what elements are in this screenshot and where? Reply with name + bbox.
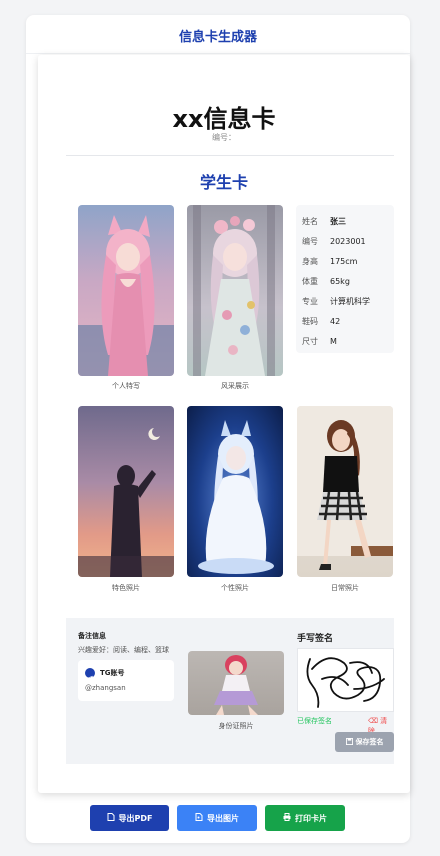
info-label: 身高	[302, 256, 318, 266]
signature-saved-status: 已保存签名	[297, 717, 332, 725]
info-label: 姓名	[302, 216, 318, 226]
notes-hobbies: 兴趣爱好：阅读、编程、篮球	[78, 646, 169, 654]
info-value: 2023001	[330, 236, 366, 246]
info-row-shoe-size: 鞋码 42	[302, 311, 388, 331]
info-label: 鞋码	[302, 316, 318, 326]
info-value: 65kg	[330, 276, 350, 286]
style-photo[interactable]	[187, 205, 283, 376]
info-label: 编号	[302, 236, 318, 246]
signature-pad[interactable]	[297, 648, 394, 712]
style-photo-caption: 风采展示	[221, 382, 249, 390]
info-value: 计算机科学	[330, 296, 370, 306]
character-photo[interactable]	[187, 406, 283, 577]
info-row-major: 专业 计算机科学	[302, 291, 388, 311]
signature-title: 手写签名	[297, 634, 334, 644]
info-value: 175cm	[330, 256, 358, 266]
print-card-label: 打印卡片	[295, 813, 327, 823]
personal-photo[interactable]	[78, 205, 174, 376]
info-value: M	[330, 336, 337, 346]
card-title: xx信息卡	[172, 105, 276, 133]
telegram-icon	[85, 668, 95, 681]
pdf-file-icon	[107, 813, 115, 823]
export-pdf-button[interactable]: 导出PDF	[90, 805, 169, 831]
card-divider	[66, 155, 394, 156]
info-label: 专业	[302, 296, 318, 306]
info-value: 张三	[330, 216, 346, 226]
student-info-panel: 姓名 张三 编号 2023001 身高 175cm 体重 65kg 专业 计算机…	[296, 205, 394, 353]
daily-photo-caption: 日常照片	[331, 584, 359, 592]
save-signature-label: 保存签名	[355, 738, 384, 746]
bottom-section: 备注信息 兴趣爱好：阅读、编程、篮球 TG账号 @zhangsan 身份证照片 …	[66, 618, 394, 764]
info-row-name: 姓名 张三	[302, 211, 388, 231]
info-row-weight: 体重 65kg	[302, 271, 388, 291]
export-image-label: 导出图片	[207, 813, 239, 823]
daily-photo[interactable]	[297, 406, 393, 577]
info-label: 尺寸	[302, 336, 318, 346]
info-row-id: 编号 2023001	[302, 231, 388, 251]
info-card: xx信息卡 编号： 学生卡 个人特写 风采展示 姓名 张三 编号 2023001…	[38, 55, 410, 793]
info-value: 42	[330, 316, 341, 326]
featured-photo-caption: 特色照片	[112, 584, 140, 592]
export-image-button[interactable]: 导出图片	[177, 805, 257, 831]
printer-icon	[283, 813, 291, 823]
featured-photo[interactable]	[78, 406, 174, 577]
print-card-button[interactable]: 打印卡片	[265, 805, 345, 831]
image-file-icon	[195, 813, 203, 823]
id-photo[interactable]	[188, 651, 284, 715]
eraser-icon: ⌫	[368, 717, 378, 725]
info-row-size: 尺寸 M	[302, 331, 388, 351]
app-title: 信息卡生成器	[178, 30, 257, 45]
export-pdf-label: 导出PDF	[118, 813, 153, 823]
save-signature-button[interactable]: 保存签名	[335, 732, 394, 752]
card-number-label: 编号：	[212, 133, 236, 142]
tg-handle: @zhangsan	[85, 684, 126, 692]
tg-account-card: TG账号 @zhangsan	[78, 660, 174, 701]
info-row-height: 身高 175cm	[302, 251, 388, 271]
tg-label: TG账号	[100, 669, 125, 677]
card-subtitle: 学生卡	[199, 173, 248, 192]
info-label: 体重	[302, 276, 318, 286]
header-divider	[26, 53, 410, 54]
notes-title: 备注信息	[78, 632, 106, 640]
character-photo-caption: 个性照片	[221, 584, 249, 592]
personal-photo-caption: 个人特写	[112, 382, 140, 390]
id-photo-caption: 身份证照片	[218, 722, 254, 730]
save-icon	[345, 737, 353, 747]
